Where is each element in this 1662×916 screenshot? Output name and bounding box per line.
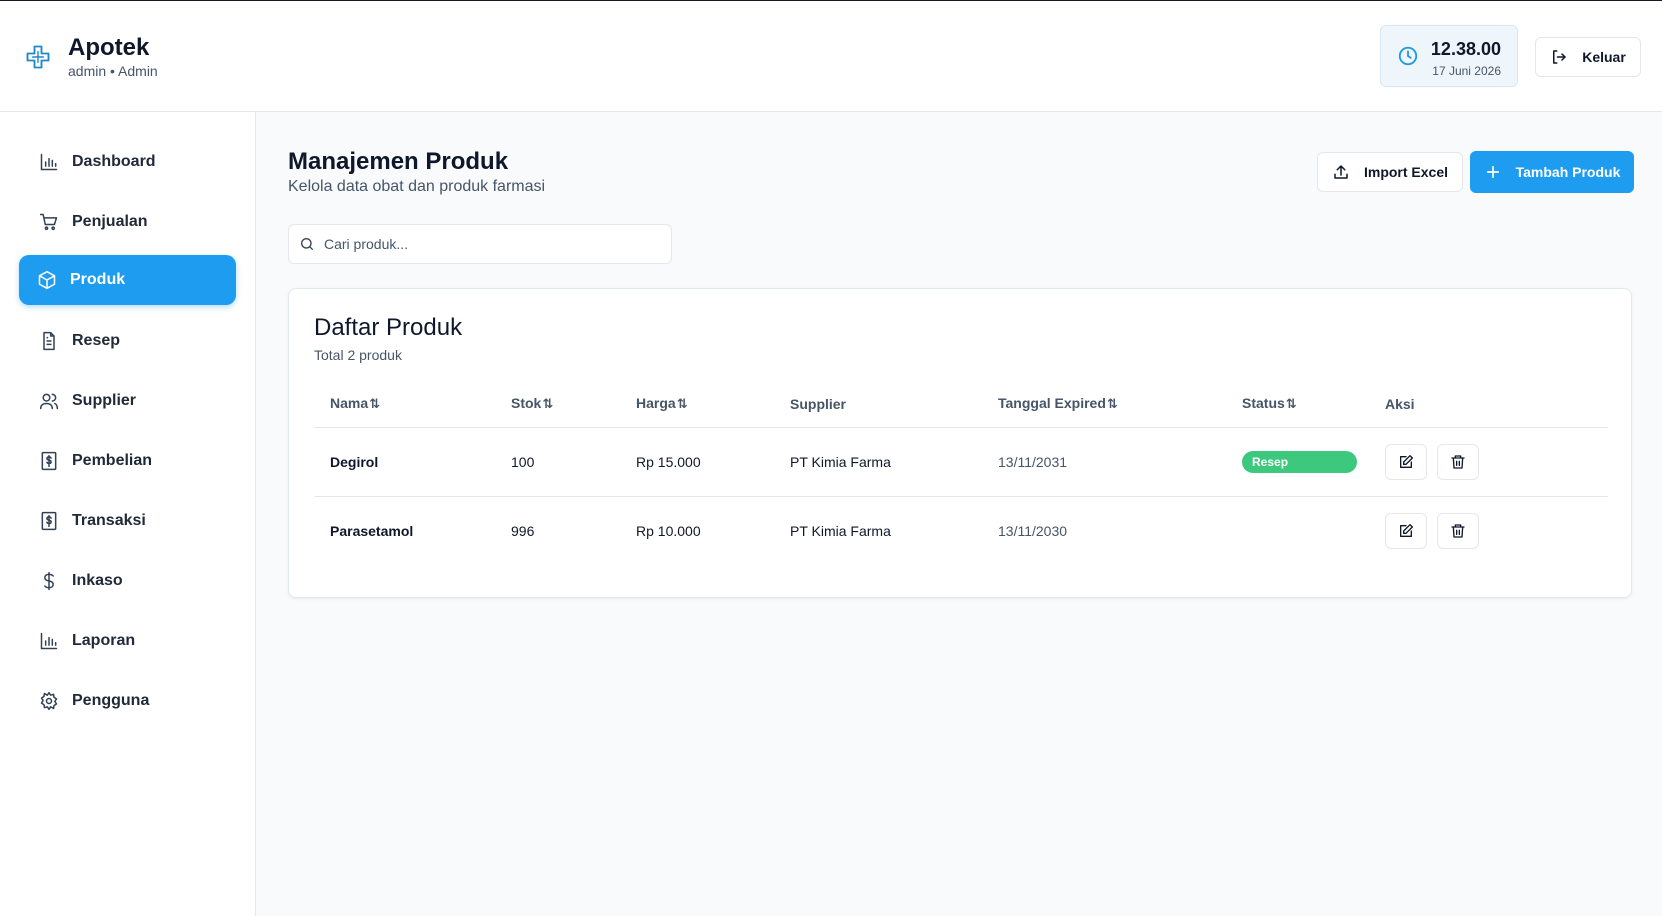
column-header-status[interactable]: Status⇅ xyxy=(1226,381,1369,428)
sidebar-item-label: Supplier xyxy=(72,392,137,409)
product-supplier: PT Kimia Farma xyxy=(774,427,982,497)
sort-icon: ⇅ xyxy=(369,396,381,412)
sidebar-item-pembelian[interactable]: Pembelian xyxy=(19,436,236,486)
status-badge: Resep xyxy=(1242,450,1357,473)
column-header-aksi: Aksi xyxy=(1369,381,1608,428)
brand: Apotek admin • Admin xyxy=(24,34,158,80)
product-name: Parasetamol xyxy=(330,522,414,539)
sidebar-item-laporan[interactable]: Laporan xyxy=(19,616,236,666)
gear-icon xyxy=(40,691,58,711)
search-input[interactable] xyxy=(324,236,654,252)
column-header-expired[interactable]: Tanggal Expired⇅ xyxy=(982,381,1226,428)
upload-icon xyxy=(1334,165,1348,179)
product-actions xyxy=(1369,496,1608,565)
product-expired: 13/11/2031 xyxy=(982,427,1226,497)
sort-icon: ⇅ xyxy=(1106,396,1118,412)
import-excel-label: Import Excel xyxy=(1363,164,1449,180)
sidebar-item-label: Dashboard xyxy=(72,153,156,170)
sidebar-item-label: Pembelian xyxy=(72,452,153,469)
product-expired: 13/11/2030 xyxy=(998,522,1068,539)
logout-button[interactable]: Keluar xyxy=(1535,37,1641,77)
sidebar-item-inkaso[interactable]: Inkaso xyxy=(19,556,236,606)
dollar-icon xyxy=(44,571,54,591)
page-title: Manajemen Produk xyxy=(288,148,509,175)
add-product-button[interactable]: Tambah Produk xyxy=(1470,151,1634,193)
search-icon xyxy=(301,238,313,250)
clock-time: 12.38.00 xyxy=(1430,39,1501,59)
product-stock: 996 xyxy=(511,522,535,539)
column-header-harga[interactable]: Harga⇅ xyxy=(620,381,774,428)
sidebar-item-transaksi[interactable]: Transaksi xyxy=(19,496,236,546)
top-header: Apotek admin • Admin 12.38.00 17 Juni 20… xyxy=(0,1,1662,112)
table-row: Degirol 100 Rp 15.000 PT Kimia Farma 13/… xyxy=(314,427,1608,497)
app-title: Apotek xyxy=(68,34,150,61)
product-count: Total 2 produk xyxy=(314,347,402,363)
sidebar-item-supplier[interactable]: Supplier xyxy=(19,376,236,426)
edit-button[interactable] xyxy=(1385,443,1427,480)
product-actions xyxy=(1369,427,1608,497)
logout-icon xyxy=(1553,50,1566,64)
sidebar-item-label: Pengguna xyxy=(72,692,150,709)
edit-icon xyxy=(1400,523,1413,537)
pharmacy-cross-icon xyxy=(26,45,50,69)
bar-chart-icon xyxy=(40,632,58,650)
sort-icon: ⇅ xyxy=(542,396,554,412)
edit-icon xyxy=(1400,454,1413,468)
logout-label: Keluar xyxy=(1582,49,1626,65)
cart-icon xyxy=(39,213,58,231)
receipt-dollar-icon xyxy=(41,511,57,531)
add-product-label: Tambah Produk xyxy=(1515,164,1621,180)
user-info: admin • Admin xyxy=(68,63,158,79)
sidebar-item-label: Laporan xyxy=(72,632,136,649)
plus-icon xyxy=(1486,165,1499,179)
sidebar-item-pengguna[interactable]: Pengguna xyxy=(19,676,236,726)
file-text-icon xyxy=(43,331,55,351)
sidebar-item-resep[interactable]: Resep xyxy=(19,316,236,366)
edit-button[interactable] xyxy=(1385,512,1427,549)
clock-date: 17 Juni 2026 xyxy=(1432,64,1501,78)
card-title: Daftar Produk xyxy=(314,314,463,341)
product-status-cell: Resep xyxy=(1226,427,1369,497)
import-excel-button[interactable]: Import Excel xyxy=(1317,152,1463,192)
users-icon xyxy=(39,393,59,410)
product-table: Nama⇅ Stok⇅ Harga⇅ Supplier Tanggal Expi… xyxy=(314,381,1608,565)
product-list-card: Daftar Produk Total 2 produk Nama⇅ Stok⇅… xyxy=(288,288,1632,598)
clock-widget: 12.38.00 17 Juni 2026 xyxy=(1380,25,1518,87)
product-name: Degirol xyxy=(314,427,495,497)
package-icon xyxy=(38,270,56,290)
main-content: Manajemen Produk Kelola data obat dan pr… xyxy=(256,112,1662,916)
page-subtitle: Kelola data obat dan produk farmasi xyxy=(288,178,546,195)
product-stock: 100 xyxy=(495,427,620,497)
receipt-dollar-icon xyxy=(41,451,57,471)
bar-chart-icon xyxy=(40,153,58,171)
trash-icon xyxy=(1451,524,1465,538)
product-status-cell xyxy=(1226,496,1369,565)
search-box[interactable] xyxy=(288,224,672,264)
product-price: Rp 10.000 xyxy=(636,522,701,539)
sidebar-item-penjualan[interactable]: Penjualan xyxy=(19,197,236,247)
clock-icon xyxy=(1398,46,1418,66)
sort-icon: ⇅ xyxy=(1285,396,1297,412)
sidebar-item-label: Transaksi xyxy=(72,512,146,529)
trash-icon xyxy=(1451,454,1465,469)
sidebar-item-produk[interactable]: Produk xyxy=(19,255,236,305)
sidebar-item-label: Resep xyxy=(72,332,121,349)
delete-button[interactable] xyxy=(1436,443,1479,480)
column-header-stok[interactable]: Stok⇅ xyxy=(495,381,620,428)
table-row: Parasetamol 996 Rp 10.000 PT Kimia Farma… xyxy=(314,496,1608,565)
sidebar-item-label: Produk xyxy=(70,271,126,288)
table-header-row: Nama⇅ Stok⇅ Harga⇅ Supplier Tanggal Expi… xyxy=(314,381,1608,428)
product-price: Rp 15.000 xyxy=(620,427,774,497)
sidebar-item-dashboard[interactable]: Dashboard xyxy=(19,137,236,187)
sidebar-item-label: Penjualan xyxy=(72,213,148,230)
product-supplier: PT Kimia Farma xyxy=(790,522,891,539)
sidebar: Dashboard Penjualan Produk Resep Supplie… xyxy=(0,112,256,916)
sidebar-item-label: Inkaso xyxy=(72,572,123,589)
column-header-nama[interactable]: Nama⇅ xyxy=(314,381,495,428)
delete-button[interactable] xyxy=(1436,512,1479,549)
column-header-supplier: Supplier xyxy=(774,381,982,428)
sort-icon: ⇅ xyxy=(676,396,688,412)
